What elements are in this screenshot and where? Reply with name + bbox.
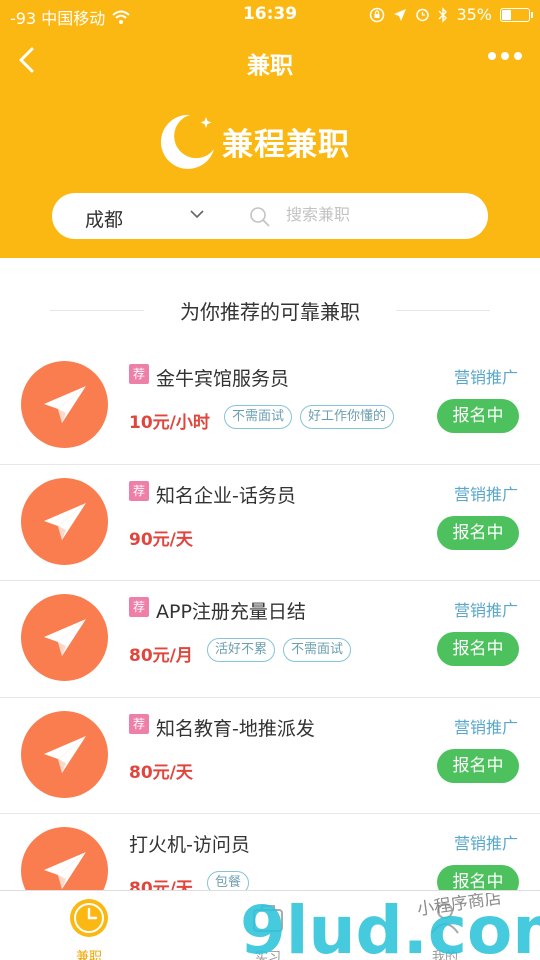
job-salary: 10元/小时 (129, 413, 210, 433)
nav-bar: 兼职 (0, 30, 540, 90)
lock-rotation-icon (370, 7, 385, 22)
chevron-down-icon[interactable] (189, 208, 205, 220)
job-tag: 好工作你懂的 (300, 405, 395, 429)
apply-button[interactable]: 报名中 (437, 515, 519, 550)
job-category: 营销推广 (453, 834, 518, 853)
job-category: 营销推广 (453, 368, 518, 387)
job-title: 打火机-访问员 (129, 834, 250, 856)
battery-fill (502, 9, 511, 20)
battery-icon (500, 7, 533, 22)
job-category: 营销推广 (453, 484, 518, 504)
job-title: 金牛宾馆服务员 (156, 368, 290, 390)
job-list: 荐 金牛宾馆服务员 10元/小时 不需面试 好工作你懂的 营销推广 报名中 荐 知… (0, 348, 540, 890)
alarm-icon (416, 8, 430, 22)
header: -93 中国移动 16:39 35% 兼职 兼程兼职 成都 搜索兼职 (0, 0, 540, 258)
recommended-badge: 荐 (129, 480, 149, 501)
recommended-badge: 荐 (129, 597, 149, 617)
job-category: 营销推广 (453, 717, 518, 737)
job-tags: 包餐 (207, 871, 250, 890)
watermark-logo: 9lud.com 小程序商店 (240, 893, 540, 960)
job-title: 知名企业-话务员 (156, 484, 296, 507)
tab-jobs[interactable]: 兼职 (44, 897, 134, 960)
apply-button[interactable]: 报名中 (437, 748, 519, 783)
tab-label: 兼职 (75, 950, 102, 960)
search-bar: 成都 (52, 193, 488, 239)
job-list-item[interactable]: 荐 金牛宾馆服务员 10元/小时 不需面试 好工作你懂的 营销推广 报名中 (0, 348, 540, 465)
logo-text: 兼程兼职 (222, 126, 350, 163)
apply-button[interactable]: 报名中 (437, 632, 519, 666)
divider-right (396, 310, 490, 311)
job-avatar (21, 477, 108, 565)
status-right: 35% (369, 5, 533, 24)
job-avatar (21, 827, 108, 890)
job-salary: 80元/天 (129, 762, 193, 783)
status-bar: -93 中国移动 16:39 35% (0, 0, 540, 30)
job-salary: 80元/月 (129, 646, 193, 666)
job-tags: 活好不累 不需面试 (207, 638, 352, 662)
job-tag: 活好不累 (207, 638, 276, 662)
search-icon (250, 207, 270, 227)
job-list-item[interactable]: 荐 知名教育-地推派发 80元/天 营销推广 报名中 (0, 698, 540, 814)
location-icon (394, 8, 407, 21)
job-list-item[interactable]: 打火机-访问员 80元/天 包餐 营销推广 报名中 (0, 814, 540, 890)
job-tag: 不需面试 (283, 638, 352, 662)
section-header: 为你推荐的可靠兼职 (0, 258, 540, 348)
more-icon[interactable] (488, 52, 522, 60)
bluetooth-icon (438, 6, 448, 23)
job-avatar (21, 594, 108, 681)
paper-plane-icon (44, 619, 86, 656)
paper-plane-icon (44, 386, 86, 423)
brand-logo: 兼程兼职 (154, 108, 354, 174)
job-tag: 包餐 (207, 871, 250, 890)
apply-button[interactable]: 报名中 (437, 399, 519, 433)
moon-logo-icon (160, 114, 214, 169)
clock-icon (70, 899, 108, 937)
job-category: 营销推广 (453, 601, 518, 620)
page-title: 兼职 (247, 53, 293, 79)
battery-percent: 35% (456, 5, 492, 24)
job-avatar (21, 710, 108, 798)
job-tag: 不需面试 (224, 405, 293, 429)
paper-plane-icon (44, 502, 86, 540)
job-tags: 不需面试 好工作你懂的 (224, 405, 395, 429)
search-input[interactable] (286, 205, 486, 224)
job-list-panel: 为你推荐的可靠兼职 荐 金牛宾馆服务员 10元/小时 不需面试 好工作你懂的 营销… (0, 258, 540, 890)
job-title: APP注册充量日结 (156, 601, 306, 623)
apply-button[interactable]: 报名中 (437, 865, 519, 890)
city-selector[interactable]: 成都 (85, 205, 123, 232)
job-avatar (21, 361, 108, 448)
paper-plane-icon (44, 735, 86, 773)
recommended-badge: 荐 (129, 364, 149, 384)
job-title: 知名教育-地推派发 (156, 717, 315, 740)
job-list-item[interactable]: 荐 知名企业-话务员 90元/天 营销推广 报名中 (0, 465, 540, 581)
job-salary: 90元/天 (129, 529, 193, 550)
job-salary: 80元/天 (129, 879, 193, 890)
recommended-badge: 荐 (129, 713, 149, 734)
job-list-item[interactable]: 荐 APP注册充量日结 80元/月 活好不累 不需面试 营销推广 报名中 (0, 581, 540, 698)
paper-plane-icon (44, 852, 86, 889)
